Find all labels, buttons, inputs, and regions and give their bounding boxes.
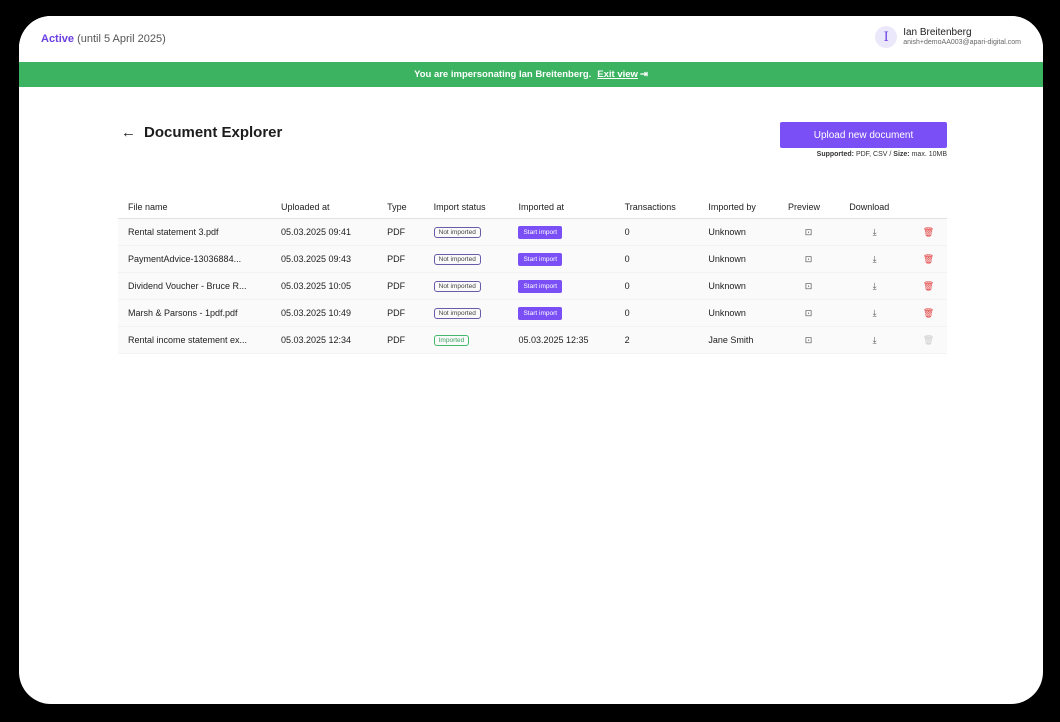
file-name[interactable]: Rental statement 3.pdf — [118, 218, 271, 246]
status-period: (until 5 April 2025) — [77, 33, 166, 45]
download-icon[interactable]: ⤓ — [873, 281, 877, 291]
start-import-button[interactable]: Start import — [518, 306, 563, 320]
transactions-count: 0 — [614, 245, 699, 273]
imported-at: 05.03.2025 12:35 — [508, 326, 615, 354]
supported-formats-note: Supported: PDF, CSV / Size: max. 10MB — [817, 151, 947, 158]
preview-icon[interactable]: ⊡ — [805, 254, 813, 264]
supported-label: Supported: — [816, 151, 854, 158]
user-name: Ian Breitenberg — [903, 26, 972, 38]
user-menu[interactable]: I Ian Breitenberg anish+demoAA003@apari-… — [875, 26, 1021, 48]
start-import-button[interactable]: Start import — [518, 252, 563, 266]
transactions-count: 0 — [614, 299, 699, 327]
file-type: PDF — [377, 218, 424, 246]
top-bar: Active (until 5 April 2025) I Ian Breite… — [19, 16, 1043, 62]
size-value: max. 10MB — [911, 151, 947, 158]
download-icon[interactable]: ⤓ — [873, 227, 877, 237]
exit-view-link[interactable]: Exit view — [597, 69, 638, 80]
col-preview: Preview — [777, 196, 840, 219]
device-frame: Active (until 5 April 2025) I Ian Breite… — [0, 0, 1060, 722]
uploaded-at: 05.03.2025 10:49 — [271, 299, 378, 327]
table-header-row: File name Uploaded at Type Import status… — [118, 196, 947, 219]
supported-types: PDF, CSV / — [855, 151, 892, 158]
status-badge: Not imported — [433, 227, 481, 238]
page-heading: ← Document Explorer — [121, 124, 282, 141]
table-row[interactable]: Marsh & Parsons - 1pdf.pdf 05.03.2025 10… — [118, 299, 947, 327]
transactions-count: 2 — [614, 326, 699, 354]
status-badge: Imported — [433, 335, 470, 346]
subscription-status: Active (until 5 April 2025) — [41, 33, 166, 45]
col-imported-at: Imported at — [508, 196, 615, 219]
file-name[interactable]: PaymentAdvice-13036884... — [118, 245, 271, 273]
imported-by: Unknown — [698, 272, 778, 300]
imported-by: Jane Smith — [698, 326, 778, 354]
back-arrow-icon[interactable]: ← — [121, 124, 136, 141]
status-badge: Not imported — [433, 308, 481, 319]
table-row[interactable]: Rental statement 3.pdf 05.03.2025 09:41 … — [118, 218, 947, 246]
col-imported-by: Imported by — [698, 196, 778, 219]
download-icon[interactable]: ⤓ — [873, 335, 877, 345]
documents-table: File name Uploaded at Type Import status… — [118, 196, 947, 354]
col-download: Download — [839, 196, 910, 219]
file-type: PDF — [377, 326, 424, 354]
exit-icon[interactable]: ⇥ — [640, 69, 648, 80]
delete-icon[interactable]: 🗑 — [923, 281, 934, 291]
file-name[interactable]: Dividend Voucher - Bruce R... — [118, 272, 271, 300]
table-row[interactable]: Rental income statement ex... 05.03.2025… — [118, 326, 947, 354]
uploaded-at: 05.03.2025 09:43 — [271, 245, 378, 273]
app-screen: Active (until 5 April 2025) I Ian Breite… — [19, 16, 1043, 704]
delete-icon[interactable]: 🗑 — [923, 227, 934, 237]
status-badge: Not imported — [433, 254, 481, 265]
uploaded-at: 05.03.2025 09:41 — [271, 218, 378, 246]
start-import-button[interactable]: Start import — [518, 225, 563, 239]
file-type: PDF — [377, 299, 424, 327]
imported-by: Unknown — [698, 218, 778, 246]
transactions-count: 0 — [614, 272, 699, 300]
avatar[interactable]: I — [875, 26, 898, 48]
impersonation-banner: You are impersonating Ian Breitenberg. E… — [19, 62, 1043, 87]
user-email: anish+demoAA003@apari-digital.com — [903, 38, 1021, 46]
col-uploaded-at: Uploaded at — [271, 196, 378, 219]
delete-icon[interactable]: 🗑 — [923, 308, 934, 318]
file-name[interactable]: Rental income statement ex... — [118, 326, 271, 354]
download-icon[interactable]: ⤓ — [873, 308, 877, 318]
upload-document-button[interactable]: Upload new document — [780, 122, 947, 148]
delete-icon[interactable]: 🗑 — [923, 254, 934, 264]
file-name[interactable]: Marsh & Parsons - 1pdf.pdf — [118, 299, 271, 327]
page-title: Document Explorer — [144, 124, 283, 141]
uploaded-at: 05.03.2025 10:05 — [271, 272, 378, 300]
uploaded-at: 05.03.2025 12:34 — [271, 326, 378, 354]
col-delete — [909, 196, 947, 219]
start-import-button[interactable]: Start import — [518, 279, 563, 293]
col-type: Type — [377, 196, 424, 219]
preview-icon[interactable]: ⊡ — [805, 227, 813, 237]
imported-by: Unknown — [698, 245, 778, 273]
preview-icon[interactable]: ⊡ — [805, 281, 813, 291]
col-file-name: File name — [118, 196, 271, 219]
status-badge: Not imported — [433, 281, 481, 292]
banner-text: You are impersonating Ian Breitenberg. — [414, 69, 592, 80]
transactions-count: 0 — [614, 218, 699, 246]
imported-by: Unknown — [698, 299, 778, 327]
preview-icon[interactable]: ⊡ — [805, 335, 813, 345]
col-transactions: Transactions — [614, 196, 699, 219]
delete-icon: 🗑 — [922, 334, 935, 345]
table-row[interactable]: Dividend Voucher - Bruce R... 05.03.2025… — [118, 272, 947, 300]
table-row[interactable]: PaymentAdvice-13036884... 05.03.2025 09:… — [118, 245, 947, 273]
size-label: Size: — [893, 151, 910, 158]
download-icon[interactable]: ⤓ — [873, 254, 877, 264]
col-import-status: Import status — [423, 196, 509, 219]
file-type: PDF — [377, 245, 424, 273]
status-active-label: Active — [41, 33, 75, 45]
file-type: PDF — [377, 272, 424, 300]
preview-icon[interactable]: ⊡ — [805, 308, 813, 318]
